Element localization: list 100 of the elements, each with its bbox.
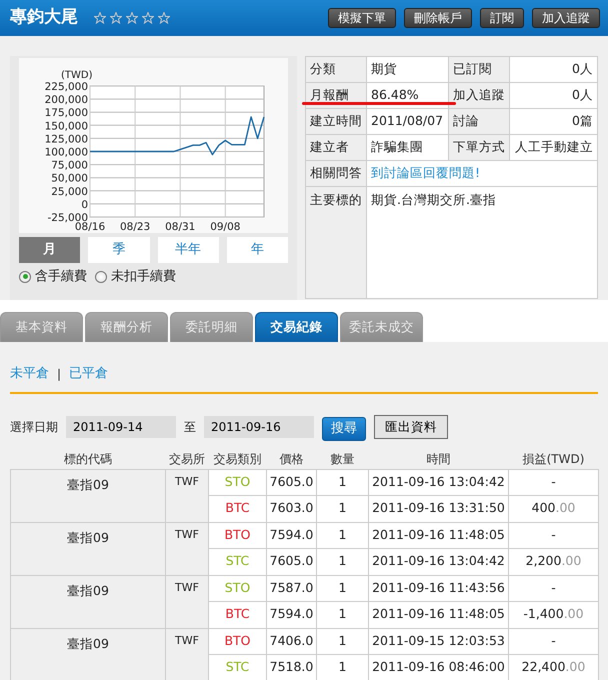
info-value: 0篇 <box>509 108 598 134</box>
time-cell: 2011-09-16 08:46:00 <box>368 654 508 680</box>
trade-type: BTO <box>208 522 266 548</box>
exchange-cell: TWF <box>166 469 208 522</box>
quantity-cell: 1 <box>316 496 368 522</box>
trade-type: BTC <box>208 602 266 628</box>
profit-cell: 400.00 <box>508 496 598 522</box>
info-value: 人工手動建立 <box>509 134 598 160</box>
axis-label: 175,000 <box>44 107 88 120</box>
period-tab[interactable]: 年 <box>226 237 288 263</box>
axis-label: 25,000 <box>51 186 88 198</box>
axis-label: 225,000 <box>44 81 88 93</box>
info-value: 0人 <box>509 82 598 108</box>
header-button[interactable]: 加入追蹤 <box>532 8 600 28</box>
axis-label: 150,000 <box>44 120 88 132</box>
info-value: 0人 <box>509 56 598 82</box>
symbol-cell: 臺指09 <box>10 575 166 628</box>
axis-label: 08/31 <box>165 221 196 233</box>
tab[interactable]: 交易紀錄 <box>255 312 338 342</box>
price-cell: 7594.0 <box>266 602 316 628</box>
quantity-cell: 1 <box>316 469 368 496</box>
info-label: 下單方式 <box>448 134 510 160</box>
tab[interactable]: 委託未成交 <box>340 312 423 342</box>
profit-cell: - <box>508 628 598 654</box>
column-header: 交易所 <box>166 448 208 469</box>
trade-type: BTC <box>208 496 266 522</box>
search-button[interactable]: 搜尋 <box>322 416 366 440</box>
trade-type: BTO <box>208 628 266 654</box>
tab[interactable]: 委託明細 <box>170 312 253 342</box>
time-cell: 2011-09-16 13:04:42 <box>368 469 508 496</box>
info-label: 分類 <box>306 56 366 82</box>
column-header: 交易類別 <box>208 448 266 469</box>
profit-cell: - <box>508 469 598 496</box>
time-cell: 2011-09-16 11:48:05 <box>368 522 508 548</box>
info-label: 已訂閱 <box>448 56 510 82</box>
price-cell: 7518.0 <box>266 654 316 680</box>
header-button[interactable]: 模擬下單 <box>328 8 396 28</box>
period-tab[interactable]: 季 <box>88 237 150 263</box>
axis-label: 125,000 <box>44 133 88 146</box>
period-tab[interactable]: 月 <box>19 237 80 263</box>
export-button[interactable]: 匯出資料 <box>374 415 448 439</box>
info-value: 詐騙集團 <box>366 134 448 160</box>
time-cell: 2011-09-16 11:48:05 <box>368 602 508 628</box>
column-header: 損益(TWD) <box>508 448 598 469</box>
trade-type: STC <box>208 548 266 575</box>
radio-button[interactable] <box>19 270 31 283</box>
price-cell: 7603.0 <box>266 496 316 522</box>
position-link[interactable]: 未平倉 <box>10 364 49 384</box>
axis-label: 0 <box>81 198 88 211</box>
profit-cell: - <box>508 575 598 602</box>
radio-button[interactable] <box>95 270 107 283</box>
date-label: 選擇日期 <box>10 419 58 436</box>
price-cell: 7605.0 <box>266 469 316 496</box>
price-cell: 7605.0 <box>266 548 316 575</box>
time-cell: 2011-09-16 13:04:42 <box>368 548 508 575</box>
tab[interactable]: 基本資料 <box>0 312 83 342</box>
header-button[interactable]: 訂閱 <box>480 8 524 28</box>
axis-label: 08/23 <box>120 221 150 233</box>
profit-cell: - <box>508 522 598 548</box>
axis-label: 75,000 <box>51 160 88 172</box>
radio-label[interactable]: 含手續費 <box>35 267 87 286</box>
header-button[interactable]: 刪除帳戶 <box>404 8 472 28</box>
info-label: 建立時間 <box>306 108 366 134</box>
profile-title: 專鈞大尾 <box>10 6 78 30</box>
date-field[interactable]: 2011-09-16 <box>204 416 314 438</box>
price-cell: 7594.0 <box>266 522 316 548</box>
trade-type: STO <box>208 575 266 602</box>
axis-label: 100,000 <box>44 146 88 158</box>
axis-label: 08/16 <box>74 221 106 233</box>
radio-label[interactable]: 未扣手續費 <box>111 267 176 286</box>
quantity-cell: 1 <box>316 602 368 628</box>
info-value: 期貨 <box>366 56 448 82</box>
time-cell: 2011-09-16 11:43:56 <box>368 575 508 602</box>
quantity-cell: 1 <box>316 654 368 680</box>
axis-label: 09/08 <box>210 221 240 233</box>
quantity-cell: 1 <box>316 548 368 575</box>
price-cell: 7587.0 <box>266 575 316 602</box>
tab[interactable]: 報酬分析 <box>85 312 168 342</box>
period-tab[interactable]: 半年 <box>158 237 219 263</box>
info-value: 2011/08/07 <box>366 108 448 134</box>
axis-label: -25,000 <box>47 212 88 224</box>
price-cell: 7406.0 <box>266 628 316 654</box>
symbol-cell: 臺指09 <box>10 522 166 575</box>
info-label: 加入追蹤 <box>448 82 510 108</box>
symbol-cell: 臺指09 <box>10 469 166 522</box>
column-header: 標的代碼 <box>10 448 166 469</box>
info-label: 建立者 <box>306 134 366 160</box>
quantity-cell: 1 <box>316 575 368 602</box>
info-label: 討論 <box>448 108 510 134</box>
separator-label: 至 <box>184 419 196 436</box>
unit-label: (TWD) <box>61 70 92 81</box>
exchange-cell: TWF <box>166 628 208 680</box>
exchange-cell: TWF <box>166 575 208 628</box>
date-field[interactable]: 2011-09-14 <box>66 416 176 438</box>
profit-cell: 22,400.00 <box>508 654 598 680</box>
quantity-cell: 1 <box>316 628 368 654</box>
axis-label: 200,000 <box>44 94 88 106</box>
position-link[interactable]: 已平倉 <box>69 364 108 384</box>
column-header: 價格 <box>266 448 316 469</box>
info-label: 相關問答 <box>306 160 366 186</box>
